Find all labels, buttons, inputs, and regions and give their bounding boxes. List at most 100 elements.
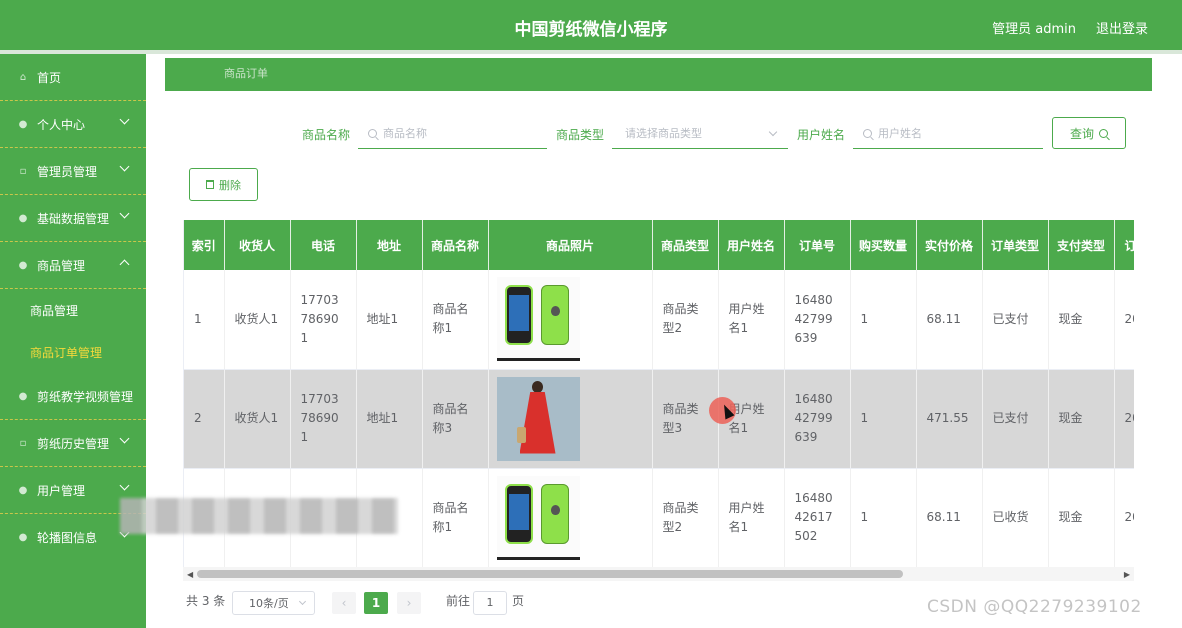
scroll-left-icon[interactable]: ◀ [187, 570, 193, 579]
scroll-right-icon[interactable]: ▶ [1124, 570, 1130, 579]
cell-phone: 17703786901 [290, 369, 357, 469]
goods-name-placeholder: 商品名称 [383, 127, 427, 140]
breadcrumb: 商品订单 [165, 58, 1152, 91]
page-suffix-label: 页 [512, 594, 525, 608]
cell-goods-photo [488, 369, 653, 469]
cell-pay-type: 现金 [1048, 369, 1115, 469]
sidebar-item-basic-data[interactable]: ● 基础数据管理 [0, 195, 146, 242]
sidebar-item-admin[interactable]: ▫ 管理员管理 [0, 148, 146, 195]
sidebar-subitem-goods-manage[interactable]: 商品管理 [0, 289, 146, 331]
cell-time: 20-2-0: [1114, 369, 1134, 469]
cell-pay-type: 现金 [1048, 468, 1115, 567]
query-button[interactable]: 查询 [1052, 117, 1126, 149]
data-icon: ● [18, 212, 28, 224]
pagination-total: 共 3 条 [186, 594, 226, 608]
goods-icon: ● [18, 259, 28, 271]
horizontal-scrollbar[interactable]: ◀ ▶ [183, 567, 1134, 581]
goods-type-select[interactable]: 请选择商品类型 [612, 118, 788, 149]
phone-image[interactable] [496, 475, 580, 560]
cell-time: 20-2-6: [1114, 468, 1134, 567]
column-header[interactable]: 电话 [290, 220, 357, 270]
column-header[interactable]: 订单类型 [982, 220, 1049, 270]
page-size-value: 10条/页 [249, 597, 289, 610]
column-header[interactable]: 地址 [356, 220, 423, 270]
cell-order-type: 已支付 [982, 270, 1049, 370]
chevron-down-icon [119, 208, 130, 219]
table-header-row: 索引 收货人 电话 地址 商品名称 商品照片 商品类型 用户姓名 订单号 购买数… [184, 220, 1134, 270]
search-icon [1099, 128, 1108, 138]
column-header[interactable]: 商品照片 [488, 220, 653, 270]
admin-user-label[interactable]: 管理员 admin [992, 18, 1076, 37]
cell-address: 地址1 [356, 369, 423, 469]
cell-quantity: 1 [850, 270, 917, 370]
cell-order-no: 1648042799639 [784, 369, 851, 469]
sidebar-item-profile[interactable]: ● 个人中心 [0, 101, 146, 148]
scrollbar-thumb[interactable] [197, 570, 903, 578]
chevron-down-icon [119, 161, 130, 172]
page-size-select[interactable]: 10条/页 [232, 591, 315, 615]
cell-goods-type: 商品类型2 [652, 270, 719, 370]
table-row[interactable]: 1 收货人1 17703786901 地址1 商品名称1 商品类型2 用户姓名1… [184, 270, 1134, 370]
goods-name-label: 商品名称 [302, 128, 351, 142]
goods-type-label: 商品类型 [556, 128, 605, 142]
users-icon: ● [18, 484, 28, 496]
goods-name-input[interactable]: 商品名称 [358, 118, 547, 149]
cell-order-no: 1648042617502 [784, 468, 851, 567]
cell-goods-type: 商品类型2 [652, 468, 719, 567]
sidebar-subitem-goods-orders[interactable]: 商品订单管理 [0, 331, 146, 373]
search-icon [368, 128, 377, 138]
column-header[interactable]: 商品名称 [422, 220, 489, 270]
column-header[interactable]: 索引 [184, 220, 225, 270]
sidebar-item-label: 剪纸历史管理 [37, 436, 110, 451]
trash-icon [206, 180, 214, 189]
page-number-button[interactable]: 1 [364, 592, 388, 614]
cell-goods-photo [488, 270, 653, 370]
column-header[interactable]: 订 [1114, 220, 1134, 270]
column-header[interactable]: 商品类型 [652, 220, 719, 270]
cell-goods-name: 商品名称3 [422, 369, 489, 469]
sidebar-item-label: 商品管理 [37, 258, 86, 273]
column-header[interactable]: 用户姓名 [718, 220, 785, 270]
cell-price: 68.11 [916, 270, 983, 370]
column-header[interactable]: 支付类型 [1048, 220, 1115, 270]
logout-button[interactable]: 退出登录 [1096, 18, 1148, 37]
cell-user-name: 用户姓名1 [718, 468, 785, 567]
dress-image[interactable] [496, 376, 580, 461]
sidebar-item-label: 用户管理 [37, 483, 86, 498]
column-header[interactable]: 订单号 [784, 220, 851, 270]
sidebar-item-label: 剪纸教学视频管理 [37, 389, 134, 404]
sidebar-item-home[interactable]: ⌂ 首页 [0, 54, 146, 101]
sidebar-item-history[interactable]: ▫ 剪纸历史管理 [0, 420, 146, 467]
column-header[interactable]: 购买数量 [850, 220, 917, 270]
column-header[interactable]: 实付价格 [916, 220, 983, 270]
carousel-icon: ● [18, 532, 28, 543]
prev-page-button[interactable]: ‹ [332, 592, 356, 614]
sidebar-item-video[interactable]: ● 剪纸教学视频管理 [0, 373, 146, 420]
delete-button[interactable]: 删除 [189, 168, 258, 201]
chevron-down-icon [119, 114, 130, 125]
table-row[interactable]: 2 收货人1 17703786901 地址1 商品名称3 商品类型3 用户姓名1… [184, 369, 1134, 469]
user-name-label: 用户姓名 [797, 128, 846, 142]
delete-button-label: 删除 [219, 178, 241, 192]
goto-page-input[interactable]: 1 [473, 591, 507, 615]
user-name-input[interactable]: 用户姓名 [853, 118, 1043, 149]
search-icon [863, 128, 872, 138]
cell-address: 地址1 [356, 270, 423, 370]
chevron-up-icon [119, 259, 130, 270]
sidebar-item-label: 管理员管理 [37, 164, 98, 179]
sidebar-item-label: 基础数据管理 [37, 211, 110, 226]
cell-quantity: 1 [850, 369, 917, 469]
cell-receiver: 收货人1 [224, 369, 291, 469]
column-header[interactable]: 收货人 [224, 220, 291, 270]
phone-image[interactable] [496, 277, 580, 362]
next-page-button[interactable]: › [397, 592, 421, 614]
chevron-down-icon [119, 433, 130, 444]
cell-order-type: 已支付 [982, 369, 1049, 469]
cell-goods-name: 商品名称1 [422, 468, 489, 567]
admin-icon: ▫ [19, 165, 27, 177]
cell-goods-photo [488, 468, 653, 567]
cell-phone: 17703786901 [290, 270, 357, 370]
query-button-label: 查询 [1069, 126, 1094, 141]
sidebar-item-goods[interactable]: ● 商品管理 [0, 242, 146, 289]
cell-goods-name: 商品名称1 [422, 270, 489, 370]
